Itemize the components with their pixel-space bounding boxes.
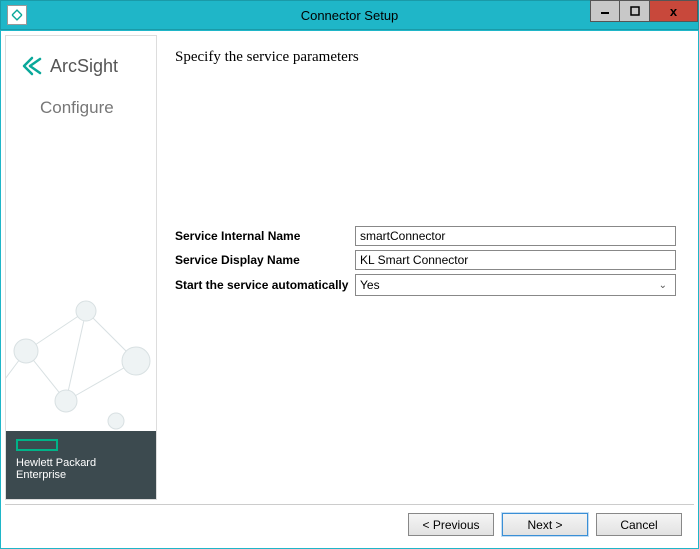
hpe-logo-icon: [16, 439, 58, 451]
brand-text: ArcSight: [50, 56, 118, 77]
label-auto-start: Start the service automatically: [175, 278, 355, 292]
input-internal-name[interactable]: [355, 226, 676, 246]
hpe-text-2: Enterprise: [16, 469, 146, 481]
sidebar-subtitle: Configure: [40, 98, 146, 118]
window-controls: x: [590, 0, 698, 22]
app-icon: [7, 5, 27, 25]
main-panel: Specify the service parameters Service I…: [157, 35, 694, 500]
wizard-button-bar: < Previous Next > Cancel: [5, 504, 694, 544]
row-auto-start: Start the service automatically Yes ⌄: [175, 274, 676, 296]
sidebar-graphic: [6, 128, 156, 431]
next-button[interactable]: Next >: [502, 513, 588, 536]
hpe-text-1: Hewlett Packard: [16, 457, 146, 469]
minimize-button[interactable]: [590, 0, 620, 22]
input-display-name[interactable]: [355, 250, 676, 270]
sidebar-footer: Hewlett Packard Enterprise: [6, 431, 156, 499]
arcsight-icon: [20, 54, 44, 78]
chevron-down-icon: ⌄: [659, 280, 667, 291]
select-auto-start-value: Yes: [360, 278, 380, 292]
label-internal-name: Service Internal Name: [175, 229, 355, 243]
close-button[interactable]: x: [650, 0, 698, 22]
maximize-button[interactable]: [620, 0, 650, 22]
previous-button[interactable]: < Previous: [408, 513, 494, 536]
brand: ArcSight: [20, 54, 146, 78]
wizard-frame: ArcSight Configure: [0, 30, 699, 549]
label-display-name: Service Display Name: [175, 253, 355, 267]
select-auto-start[interactable]: Yes ⌄: [355, 274, 676, 296]
page-heading: Specify the service parameters: [175, 49, 676, 66]
row-display-name: Service Display Name: [175, 250, 676, 270]
row-internal-name: Service Internal Name: [175, 226, 676, 246]
window-title: Connector Setup: [301, 8, 399, 23]
sidebar: ArcSight Configure: [5, 35, 157, 500]
titlebar: Connector Setup x: [0, 0, 699, 30]
cancel-button[interactable]: Cancel: [596, 513, 682, 536]
